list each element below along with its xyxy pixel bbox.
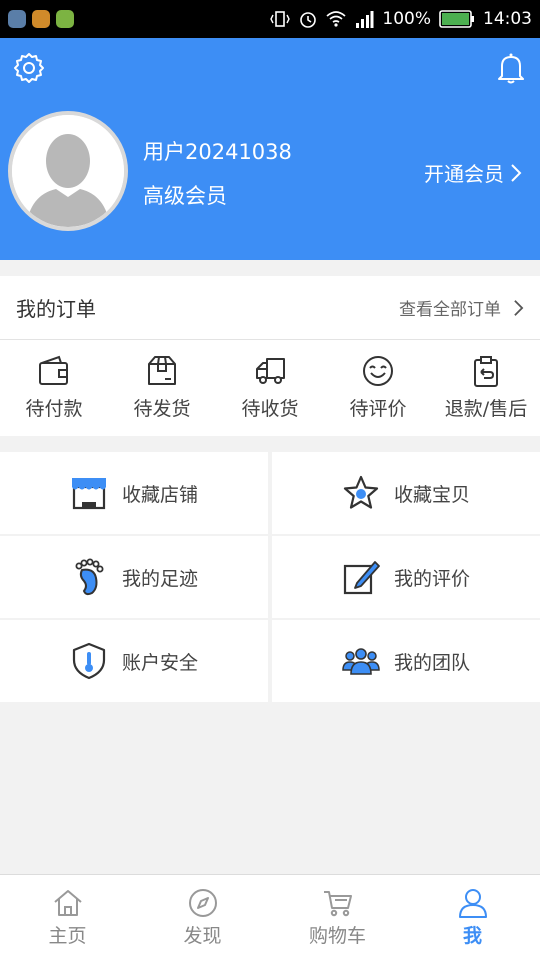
order-label: 待发货 [133,398,191,420]
gear-icon [14,53,44,83]
chevron-right-icon [511,163,522,182]
tab-label: 主页 [48,925,87,947]
package-icon [148,356,176,385]
member-level: 高级会员 [143,184,227,208]
store-icon [71,478,106,510]
footprint-icon [75,558,104,596]
default-avatar-icon [12,115,124,227]
shield-icon [72,642,106,680]
clock: 14:03 [483,9,532,29]
orders-section: 我的订单 查看全部订单 待付款 待发货 待收货 待评价 退款/售后 [0,276,540,436]
cell-label: 收藏宝贝 [393,483,470,506]
username: 用户20241038 [143,140,292,164]
bottom-tab-bar: 主页 发现 购物车 我 [0,874,540,960]
wifi-icon [326,11,346,27]
order-refund-aftersale[interactable]: 退款/售后 [432,340,540,436]
order-label: 待评价 [349,398,407,420]
order-label: 待收货 [241,398,299,420]
my-team-button[interactable]: 我的团队 [272,620,540,702]
team-icon [342,648,380,675]
bell-icon [498,53,524,84]
tab-discover[interactable]: 发现 [135,875,270,960]
settings-button[interactable] [12,51,46,85]
order-pending-review[interactable]: 待评价 [324,340,432,436]
order-pending-shipment[interactable]: 待发货 [108,340,216,436]
edit-icon [343,561,380,595]
compass-icon [188,889,217,917]
order-pending-payment[interactable]: 待付款 [0,340,108,436]
open-membership-label: 开通会员 [424,162,504,186]
orders-header: 我的订单 查看全部订单 [0,276,540,340]
smile-icon [363,356,393,386]
open-membership-link[interactable]: 开通会员 [424,158,522,187]
cell-label: 我的评价 [393,567,470,590]
view-all-orders-label: 查看全部订单 [399,300,501,320]
tab-label: 我 [462,925,482,947]
feature-grid: 收藏店铺 收藏宝贝 我的足迹 我的评价 账户安全 我的团队 [0,452,540,702]
order-label: 退款/售后 [444,398,528,420]
vibrate-icon [270,11,291,27]
order-pending-receipt[interactable]: 待收货 [216,340,324,436]
cart-icon [323,891,352,917]
view-all-orders-link[interactable]: 查看全部订单 [399,295,524,320]
user-icon [458,889,487,918]
tab-label: 购物车 [308,925,366,947]
chevron-right-icon [514,299,524,316]
home-icon [53,890,82,916]
avatar[interactable] [8,111,128,231]
signal-icon [356,11,374,28]
status-bar: 100% 14:03 [0,0,540,38]
cell-label: 账户安全 [121,651,198,674]
profile-header: 用户20241038 高级会员 开通会员 [0,38,540,260]
my-footprints-button[interactable]: 我的足迹 [0,536,268,618]
truck-icon [256,358,285,384]
cell-label: 我的足迹 [121,567,198,590]
wallet-icon [39,355,68,385]
alarm-icon [300,12,317,28]
tab-label: 发现 [183,925,222,947]
tab-cart[interactable]: 购物车 [270,875,405,960]
my-reviews-button[interactable]: 我的评价 [272,536,540,618]
battery-percent: 100% [382,9,431,29]
android-icon [56,10,74,28]
orders-title: 我的订单 [16,297,96,321]
star-icon [343,475,379,509]
favorite-stores-button[interactable]: 收藏店铺 [0,452,268,534]
app-icon [32,10,50,28]
battery-icon [439,10,474,28]
notification-icons [8,10,74,28]
account-security-button[interactable]: 账户安全 [0,620,268,702]
browser-icon [8,10,26,28]
cell-label: 我的团队 [393,651,470,674]
order-status-row: 待付款 待发货 待收货 待评价 退款/售后 [0,340,540,436]
order-label: 待付款 [25,398,83,420]
cell-label: 收藏店铺 [121,483,198,506]
tab-home[interactable]: 主页 [0,875,135,960]
notifications-button[interactable] [494,51,528,85]
favorite-items-button[interactable]: 收藏宝贝 [272,452,540,534]
clipboard-return-icon [474,356,498,387]
tab-me[interactable]: 我 [405,875,540,960]
